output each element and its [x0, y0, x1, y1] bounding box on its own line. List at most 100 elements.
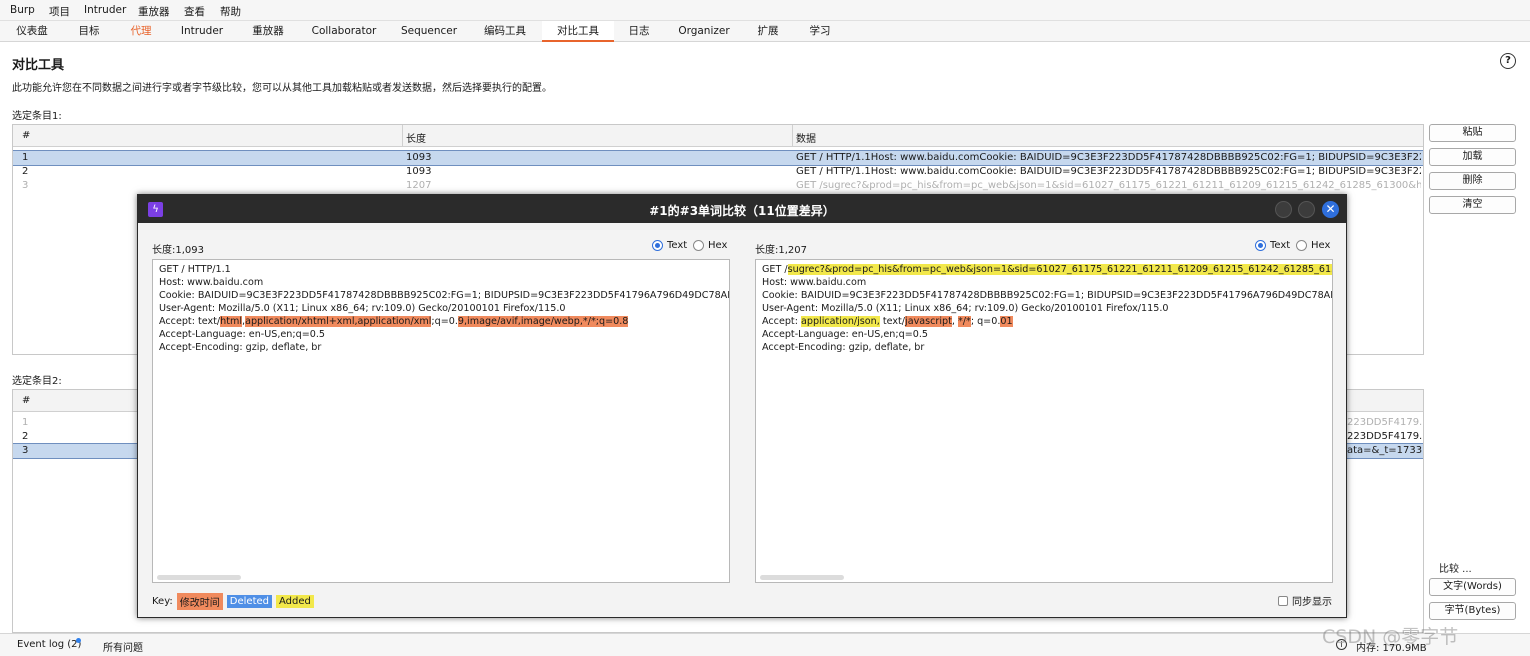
right-hex-radio[interactable]: Hex — [1296, 240, 1330, 251]
row-length: 1207 — [406, 180, 432, 191]
table-row[interactable]: 2 1093 GET / HTTP/1.1Host: www.baidu.com… — [13, 165, 1423, 179]
diff-line: GET / HTTP/1.1 — [159, 263, 231, 276]
remove-button[interactable]: 删除 — [1429, 172, 1516, 190]
diff-line: User-Agent: Mozilla/5.0 (X11; Linux x86_… — [159, 302, 566, 315]
diff-line: Accept-Language: en-US,en;q=0.5 — [159, 328, 325, 341]
diff-text-segment: Accept-Language: en-US,en;q=0.5 — [159, 329, 325, 340]
diff-text-segment: Cookie: BAIDUID=9C3E3F223DD5F41787428DBB… — [159, 290, 730, 301]
row-num: 2 — [22, 166, 29, 177]
watermark: CSDN @零字节 — [1322, 626, 1459, 648]
row-data: 223DD5F4179... — [1347, 431, 1424, 442]
diff-line: Accept-Encoding: gzip, deflate, br — [159, 341, 321, 354]
radio-label: Hex — [708, 240, 728, 251]
menu-bar: Burp 项目 Intruder 重放器 查看 帮助 — [0, 0, 1530, 21]
right-text-radio[interactable]: Text — [1255, 240, 1290, 251]
diff-modified-segment: javascript — [905, 316, 952, 327]
menu-repeater[interactable]: 重放器 — [138, 4, 170, 19]
horizontal-scrollbar[interactable] — [157, 575, 241, 580]
tab-target[interactable]: 目标 — [64, 21, 114, 42]
compare-words-button[interactable]: 文字(Words) — [1429, 578, 1516, 596]
diff-modified-segment: 01 — [1000, 316, 1013, 327]
paste-button[interactable]: 粘贴 — [1429, 124, 1516, 142]
row-data: GET /sugrec?&prod=pc_his&from=pc_web&jso… — [796, 180, 1421, 191]
column-header[interactable]: # — [22, 395, 30, 406]
row-length: 1093 — [406, 152, 432, 163]
diff-line: Host: www.baidu.com — [159, 276, 263, 289]
diff-modified-segment: application/xhtml+xml,application/xml — [245, 316, 432, 327]
diff-added-segment: sugrec?&prod=pc_his&from=pc_web&json=1&s… — [787, 264, 1332, 275]
close-icon: ✕ — [1325, 202, 1336, 216]
diff-modified-segment: 9,image/avif,image/webp,*/*;q=0.8 — [457, 316, 629, 327]
left-text-pane[interactable]: GET / HTTP/1.1 Host: www.baidu.com Cookie:… — [152, 259, 730, 583]
sync-views-checkbox[interactable]: 同步显示 — [1278, 593, 1332, 608]
clear-button[interactable]: 清空 — [1429, 196, 1516, 214]
row-data: GET / HTTP/1.1Host: www.baidu.comCookie:… — [796, 166, 1421, 177]
column-header[interactable]: # — [22, 130, 30, 141]
left-text-radio[interactable]: Text — [652, 240, 687, 251]
word-compare-dialog: ϟ #1的#3单词比较（11位置差异） ✕ 长度:1,093 Text Hex … — [137, 194, 1347, 618]
menu-project[interactable]: 项目 — [49, 4, 70, 19]
page-title: 对比工具 — [12, 58, 65, 73]
left-length-label: 长度:1,093 — [152, 245, 204, 256]
tab-dashboard[interactable]: 仪表盘 — [4, 21, 60, 42]
checkbox-icon — [1278, 595, 1288, 606]
all-issues-link[interactable]: 所有问题 — [103, 639, 143, 654]
menu-help[interactable]: 帮助 — [220, 4, 241, 19]
row-num: 3 — [22, 180, 29, 191]
compare-label: 比较 ... — [1439, 564, 1472, 575]
tab-organizer[interactable]: Organizer — [674, 21, 734, 42]
minimize-button[interactable] — [1275, 201, 1292, 218]
diff-text-segment: Accept-Encoding: gzip, deflate, br — [762, 342, 925, 353]
diff-modified-segment: */* — [957, 316, 971, 327]
table-row[interactable]: 3 1207 GET /sugrec?&prod=pc_his&from=pc_… — [13, 179, 1423, 193]
tab-repeater[interactable]: 重放器 — [240, 21, 296, 42]
help-icon[interactable]: ? — [1500, 53, 1516, 69]
section2-label: 选定条目2: — [12, 376, 62, 387]
diff-line: User-Agent: Mozilla/5.0 (X11; Linux x86_… — [762, 302, 1169, 315]
load-button[interactable]: 加载 — [1429, 148, 1516, 166]
sync-label: 同步显示 — [1292, 597, 1332, 608]
row-num: 1 — [22, 152, 29, 163]
event-log-link[interactable]: Event log (2) — [17, 639, 81, 650]
column-header[interactable]: 长度 — [406, 130, 426, 145]
right-text-pane[interactable]: GET /sugrec?&prod=pc_his&from=pc_web&jso… — [755, 259, 1333, 583]
diff-text-segment: User-Agent: Mozilla/5.0 (X11; Linux x86_… — [762, 303, 1169, 314]
menu-view[interactable]: 查看 — [184, 4, 205, 19]
row-length: 1093 — [406, 166, 432, 177]
diff-line: GET /sugrec?&prod=pc_his&from=pc_web&jso… — [762, 263, 1332, 276]
maximize-button[interactable] — [1298, 201, 1315, 218]
close-button[interactable]: ✕ — [1322, 201, 1339, 218]
tab-collaborator[interactable]: Collaborator — [306, 21, 382, 42]
left-hex-radio[interactable]: Hex — [693, 240, 727, 251]
radio-label: Text — [1270, 240, 1291, 251]
row-num: 3 — [22, 445, 29, 456]
compare-bytes-button[interactable]: 字节(Bytes) — [1429, 602, 1516, 620]
dialog-titlebar[interactable]: ϟ #1的#3单词比较（11位置差异） ✕ — [138, 195, 1346, 223]
menu-intruder[interactable]: Intruder — [84, 4, 126, 16]
right-length-label: 长度:1,207 — [755, 245, 807, 256]
diff-text-segment: ; q=0. — [970, 316, 1001, 327]
tab-learn[interactable]: 学习 — [802, 21, 838, 42]
diff-text-segment: Cookie: BAIDUID=9C3E3F223DD5F41787428DBB… — [762, 290, 1333, 301]
page-description: 此功能允许您在不同数据之间进行字或者字节级比较，您可以从其他工具加载粘贴或者发送… — [12, 83, 552, 94]
column-header[interactable]: 数据 — [796, 130, 816, 145]
diff-line: Accept: application/json, text/javascrip… — [762, 315, 1013, 328]
tab-decoder[interactable]: 编码工具 — [474, 21, 536, 42]
tab-extensions[interactable]: 扩展 — [750, 21, 786, 42]
table-row[interactable]: 1 1093 GET / HTTP/1.1Host: www.baidu.com… — [13, 150, 1423, 166]
diff-text-segment: Accept-Encoding: gzip, deflate, br — [159, 342, 322, 353]
tab-sequencer[interactable]: Sequencer — [394, 21, 464, 42]
diff-modified-segment: html — [220, 316, 243, 327]
diff-line: Accept: text/html,application/xhtml+xml,… — [159, 315, 629, 328]
tab-proxy[interactable]: 代理 — [118, 21, 164, 42]
tab-logger[interactable]: 日志 — [622, 21, 656, 42]
horizontal-scrollbar[interactable] — [760, 575, 844, 580]
tab-intruder[interactable]: Intruder — [172, 21, 232, 42]
diff-line: Accept-Encoding: gzip, deflate, br — [762, 341, 924, 354]
section1-label: 选定条目1: — [12, 111, 62, 122]
diff-text-segment: ;q=0. — [431, 316, 458, 327]
tab-comparer[interactable]: 对比工具 — [542, 21, 614, 42]
menu-burp[interactable]: Burp — [10, 4, 35, 16]
diff-text-segment: Accept-Language: en-US,en;q=0.5 — [762, 329, 928, 340]
row-data: ata=&_t=1733... — [1347, 445, 1424, 456]
